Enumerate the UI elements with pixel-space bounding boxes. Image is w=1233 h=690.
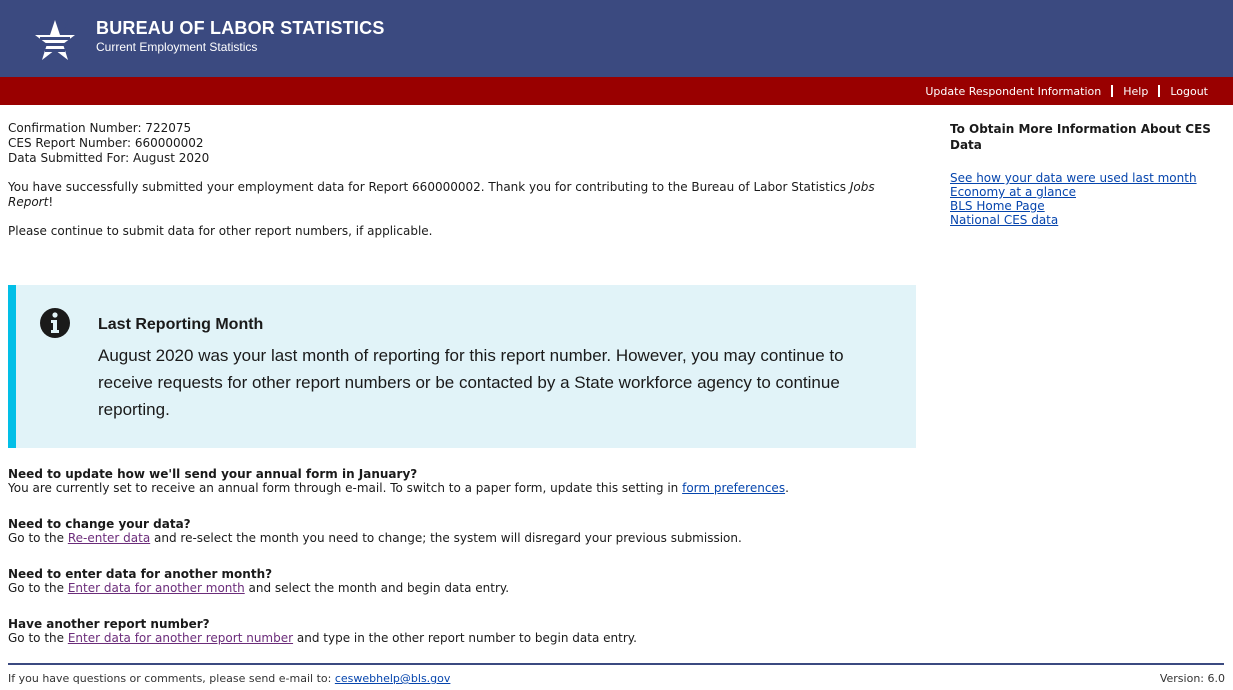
sidebar-links: See how your data were used last month E… (950, 171, 1233, 227)
faq-question: Need to enter data for another month? (8, 567, 273, 581)
top-nav: Update Respondent Information Help Logou… (925, 77, 1208, 105)
sidebar-link-economy[interactable]: Economy at a glance (950, 185, 1233, 199)
faq-answer: Go to the Enter data for another month a… (8, 581, 916, 595)
alert-title: Last Reporting Month (98, 316, 264, 333)
faq-text: Go to the (8, 531, 68, 545)
faq-text: Go to the (8, 581, 68, 595)
main-content: Confirmation Number: 722075 CES Report N… (8, 121, 916, 239)
footer-divider (8, 663, 1224, 665)
faq-answer: Go to the Re-enter data and re-select th… (8, 531, 916, 545)
support-email-link[interactable]: ceswebhelp@bls.gov (335, 672, 451, 685)
bls-star-logo-icon[interactable] (34, 18, 76, 64)
site-header: BUREAU OF LABOR STATISTICS Current Emplo… (0, 0, 1233, 77)
faq-question: Need to update how we'll send your annua… (8, 467, 418, 481)
faq-text: . (785, 481, 789, 495)
sidebar-link-bls-home[interactable]: BLS Home Page (950, 199, 1233, 213)
nav-separator (1111, 85, 1114, 97)
faq-text: and re-select the month you need to chan… (150, 531, 742, 545)
info-sidebar: To Obtain More Information About CES Dat… (950, 121, 1233, 227)
confirmation-number: Confirmation Number: 722075 (8, 121, 192, 135)
site-title: BUREAU OF LABOR STATISTICS (96, 18, 385, 38)
footer-contact-text: If you have questions or comments, pleas… (8, 672, 335, 685)
faq-text: and select the month and begin data entr… (244, 581, 510, 595)
continue-message: Please continue to submit data for other… (8, 224, 433, 238)
faq-answer: You are currently set to receive an annu… (8, 481, 916, 495)
sidebar-link-data-usage[interactable]: See how your data were used last month (950, 171, 1233, 185)
report-number: CES Report Number: 660000002 (8, 136, 204, 150)
faq-question: Need to change your data? (8, 517, 191, 531)
site-subtitle: Current Employment Statistics (96, 40, 258, 54)
re-enter-data-link[interactable]: Re-enter data (68, 531, 150, 545)
faq-text: Go to the (8, 631, 68, 645)
success-message: You have successfully submitted your emp… (8, 180, 916, 210)
form-preferences-link[interactable]: form preferences (682, 481, 785, 495)
faq-another-report: Have another report number? Go to the En… (8, 617, 916, 645)
version-label: Version: 6.0 (1159, 672, 1225, 685)
faq-question: Have another report number? (8, 617, 210, 631)
info-circle-icon (40, 308, 70, 338)
sidebar-title: To Obtain More Information About CES Dat… (950, 122, 1211, 152)
update-respondent-info-link[interactable]: Update Respondent Information (925, 85, 1101, 98)
top-nav-bar: Update Respondent Information Help Logou… (0, 77, 1233, 105)
enter-data-another-month-link[interactable]: Enter data for another month (68, 581, 245, 595)
faq-text: You are currently set to receive an annu… (8, 481, 683, 495)
faq-annual-form: Need to update how we'll send your annua… (8, 467, 916, 495)
sidebar-link-national-ces[interactable]: National CES data (950, 213, 1233, 227)
faq-another-month: Need to enter data for another month? Go… (8, 567, 916, 595)
success-text: You have successfully submitted your emp… (8, 180, 850, 194)
help-link[interactable]: Help (1123, 85, 1148, 98)
alert-body: August 2020 was your last month of repor… (98, 346, 844, 419)
footer-contact: If you have questions or comments, pleas… (8, 672, 450, 685)
enter-data-another-report-link[interactable]: Enter data for another report number (68, 631, 293, 645)
faq-text: and type in the other report number to b… (293, 631, 637, 645)
faq-answer: Go to the Enter data for another report … (8, 631, 916, 645)
nav-separator (1158, 85, 1161, 97)
faq-change-data: Need to change your data? Go to the Re-e… (8, 517, 916, 545)
data-submitted-for: Data Submitted For: August 2020 (8, 151, 210, 165)
success-suffix: ! (48, 195, 54, 209)
last-reporting-month-alert: Last Reporting Month August 2020 was you… (8, 285, 916, 448)
logout-link[interactable]: Logout (1170, 85, 1208, 98)
